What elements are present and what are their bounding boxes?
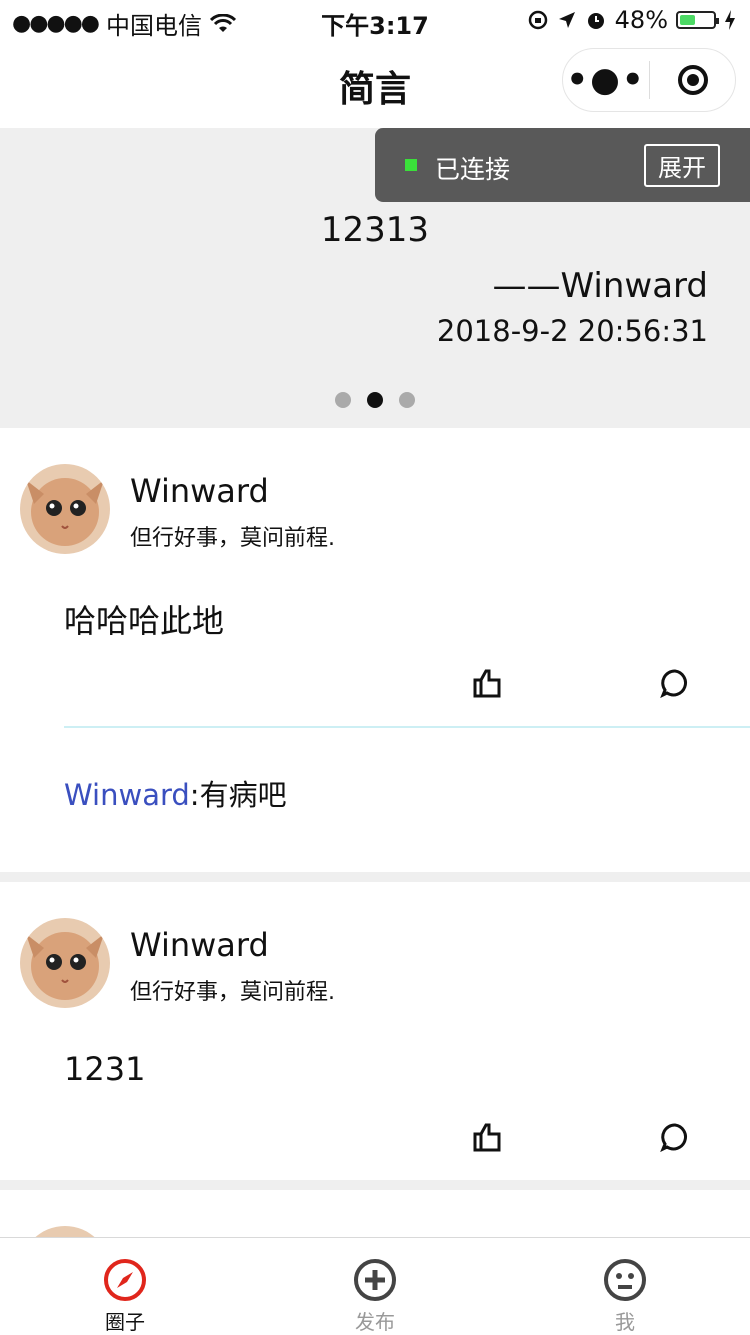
charging-icon xyxy=(725,10,735,30)
thumbs-up-icon[interactable] xyxy=(472,1122,502,1152)
comment-icon[interactable] xyxy=(660,668,690,698)
avatar[interactable] xyxy=(20,1226,110,1237)
avatar[interactable] xyxy=(20,918,110,1008)
username[interactable]: Winward xyxy=(130,472,269,510)
expand-button[interactable]: 展开 xyxy=(644,144,720,187)
tab-me[interactable]: 我 xyxy=(500,1238,750,1335)
tab-bar: 圈子 发布 我 xyxy=(0,1237,750,1335)
tab-label: 我 xyxy=(615,1310,635,1334)
post-content: 哈哈哈此地 xyxy=(64,602,225,640)
indicator-dot-active[interactable] xyxy=(367,392,383,408)
quote-text: 12313 xyxy=(320,210,430,250)
battery-icon xyxy=(676,11,719,29)
target-icon xyxy=(677,65,708,95)
mini-program-capsule: •●• xyxy=(562,48,736,112)
user-motto: 但行好事，莫问前程. xyxy=(130,980,335,1005)
tab-publish[interactable]: 发布 xyxy=(250,1238,500,1335)
post-card: Winward 但行好事，莫问前程. 1231 xyxy=(0,882,750,1180)
add-icon xyxy=(354,1259,396,1301)
alarm-icon xyxy=(587,13,604,29)
username[interactable]: Winward xyxy=(130,926,269,964)
comment-separator: : xyxy=(189,778,200,812)
quote-date: 2018-9-2 20:56:31 xyxy=(436,314,708,348)
tab-label: 发布 xyxy=(355,1310,395,1334)
connected-indicator xyxy=(405,159,417,171)
indicator-dot[interactable] xyxy=(399,392,415,408)
avatar[interactable] xyxy=(20,464,110,554)
navigation-bar: 简言 •●• xyxy=(0,40,750,128)
post-card: Winward 但行好事，莫问前程. 哈哈哈此地 Winward:有病吧 xyxy=(0,428,750,872)
comment-icon[interactable] xyxy=(660,1122,690,1152)
tab-label: 圈子 xyxy=(105,1310,145,1334)
status-right: 48% xyxy=(527,6,736,34)
compass-icon xyxy=(104,1259,146,1301)
battery-percent: 48% xyxy=(614,6,668,34)
post-card xyxy=(0,1190,750,1237)
rotation-lock-icon xyxy=(528,10,547,30)
post-content: 1231 xyxy=(64,1050,146,1088)
cat-avatar-icon xyxy=(20,918,110,1008)
comment-text: 有病吧 xyxy=(199,778,287,812)
cat-avatar-icon xyxy=(20,464,110,554)
status-bar: ●●●●● 中国电信 下午3:17 48% xyxy=(0,0,750,40)
comment-divider xyxy=(64,726,750,728)
location-icon xyxy=(558,12,575,28)
quote-author: ——Winward xyxy=(492,266,708,306)
more-menu-button[interactable]: •●• xyxy=(563,63,649,97)
tab-circle[interactable]: 圈子 xyxy=(0,1238,250,1335)
indicator-dot[interactable] xyxy=(335,392,351,408)
comment-author[interactable]: Winward xyxy=(64,778,190,812)
face-icon xyxy=(604,1259,646,1301)
comment-item: Winward:有病吧 xyxy=(64,772,287,814)
user-motto: 但行好事，莫问前程. xyxy=(130,526,335,551)
cat-avatar-icon xyxy=(20,1226,110,1237)
card-gap xyxy=(0,872,750,882)
card-gap xyxy=(0,1180,750,1190)
connection-panel: 已连接 展开 xyxy=(375,128,750,202)
swiper-indicator xyxy=(0,392,750,408)
thumbs-up-icon[interactable] xyxy=(472,668,502,698)
close-miniprogram-button[interactable] xyxy=(650,65,735,95)
connection-status: 已连接 xyxy=(435,155,511,184)
